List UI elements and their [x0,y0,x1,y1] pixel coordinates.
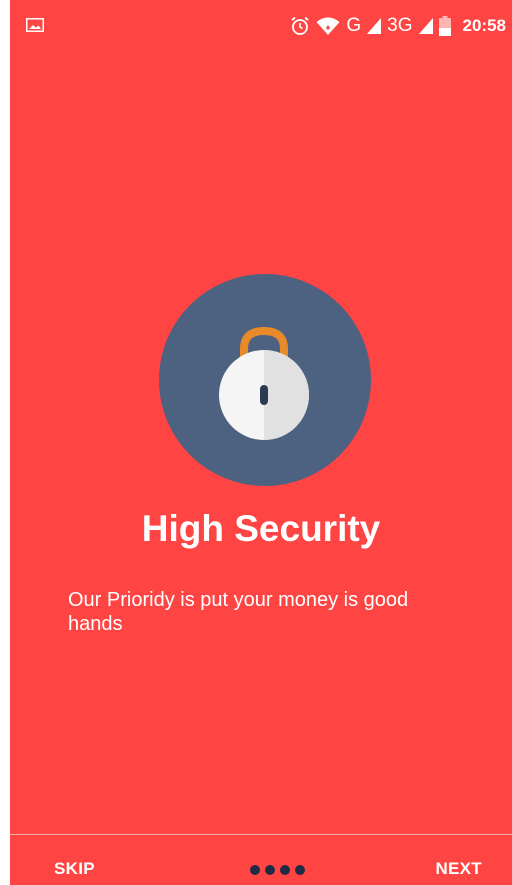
onboarding-screen: G 3G 20:58 High Security Our Prioridy is… [10,0,512,885]
footer-divider [10,834,512,835]
page-dot [250,865,260,875]
gallery-icon [26,18,44,32]
status-icons: G 3G 20:58 [290,14,506,38]
battery-icon [438,16,451,36]
network-type-2: 3G [387,15,413,36]
wifi-icon [316,16,340,36]
page-dot [265,865,275,875]
signal-icon [367,18,382,34]
clock: 20:58 [462,16,506,35]
onboarding-description: Our Prioridy is put your money is good h… [68,589,409,635]
onboarding-title: High Security [141,508,381,549]
status-bar: G 3G 20:58 [10,0,512,52]
page-dot [295,865,305,875]
page-indicator [250,865,305,875]
next-button[interactable]: NEXT [435,858,482,880]
signal-icon [418,18,433,34]
skip-button[interactable]: SKIP [54,858,95,880]
alarm-icon [290,16,310,36]
page-dot [280,865,290,875]
network-type-1: G [346,15,362,36]
unlocked-padlock-icon [159,274,371,486]
